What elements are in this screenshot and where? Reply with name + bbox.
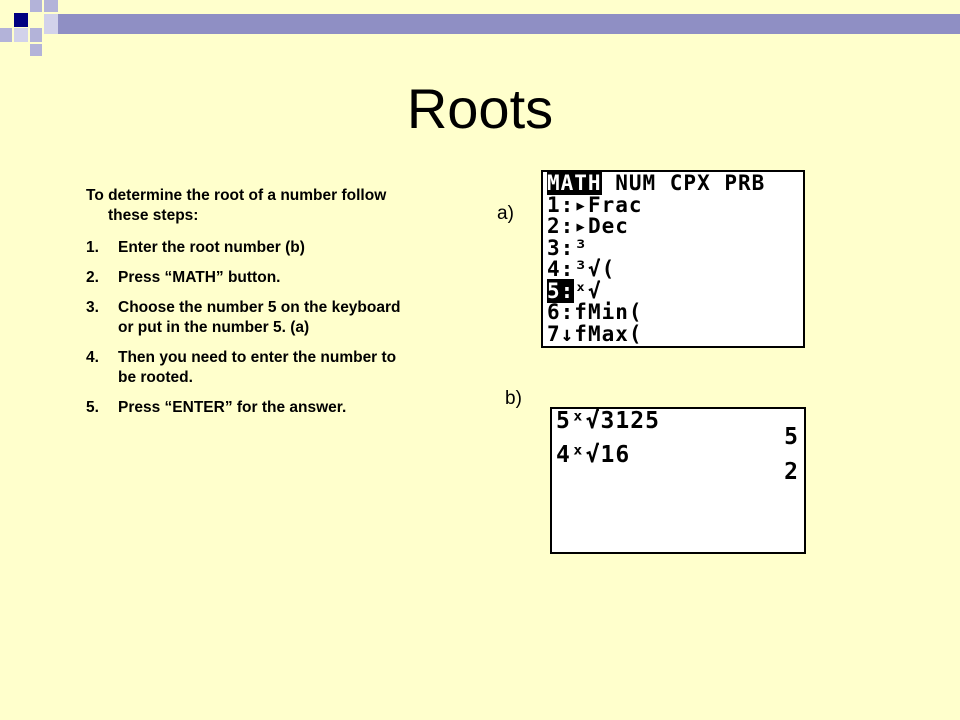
- step-item: 1. Enter the root number (b): [86, 239, 305, 256]
- decor-square-light: [30, 0, 42, 12]
- decor-square-light: [14, 28, 28, 42]
- step-item: 4. Then you need to enter the number to b…: [86, 349, 397, 386]
- menu-item: 2:▸Dec: [547, 214, 629, 238]
- menu-tabs-rest: NUM CPX PRB: [601, 171, 766, 195]
- calculator-screen-math-menu: MATH NUM CPX PRB 1:▸Frac 2:▸Dec 3:³ 4:³√…: [541, 170, 805, 348]
- expression-line: 4ˣ√16: [556, 442, 631, 468]
- decor-square-light: [44, 0, 58, 12]
- decor-square-light: [0, 28, 12, 42]
- instructions: To determine the root of a number follow…: [86, 186, 406, 428]
- slide-title: Roots: [406, 77, 554, 140]
- menu-item: 6:fMin(: [547, 300, 643, 324]
- menu-item-selected: 5:ˣ√: [547, 278, 602, 303]
- menu-item: 1:▸Frac: [547, 192, 643, 217]
- label-b: b): [505, 388, 522, 409]
- decor-square-light: [44, 14, 58, 34]
- step-item: 2. Press “MATH” button.: [86, 269, 281, 286]
- result-line: 5: [784, 424, 798, 450]
- label-a: a): [497, 203, 514, 224]
- menu-item: 7↓fMax(: [547, 321, 643, 346]
- result-line: 2: [784, 459, 798, 485]
- menu-item: 3:³: [547, 235, 588, 260]
- step-item: 3. Choose the number 5 on the keyboard or…: [86, 299, 401, 336]
- decor-square-dark: [14, 13, 28, 27]
- step-item: 5. Press “ENTER” for the answer.: [86, 399, 347, 416]
- math-menu-header: MATH NUM CPX PRB: [547, 171, 766, 195]
- decor-square-light: [30, 44, 42, 56]
- decor-square-light: [30, 28, 42, 42]
- steps-list: 1. Enter the root number (b) 2. Press “MAT…: [86, 238, 406, 418]
- menu-item: 4:³√(: [547, 257, 616, 281]
- expression-line: 5ˣ√3125: [556, 408, 660, 434]
- calculator-screen-results: 5ˣ√3125 5 4ˣ√16 2: [550, 407, 806, 554]
- intro-text: To determine the root of a number follow…: [86, 187, 387, 224]
- menu-tab-math: MATH: [547, 171, 602, 195]
- header-accent-bar: [58, 14, 960, 34]
